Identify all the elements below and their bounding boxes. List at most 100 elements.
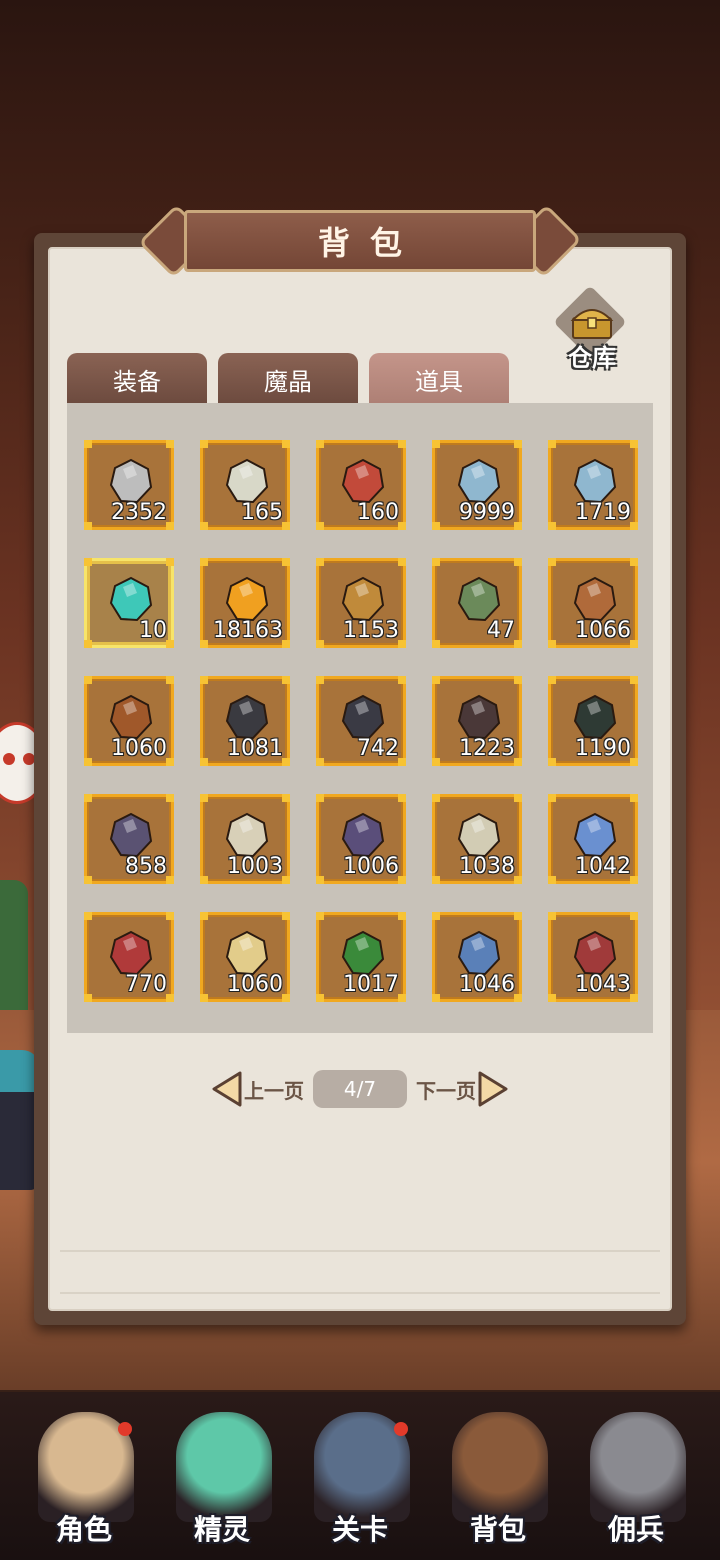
item-slot[interactable]: 165 <box>200 440 290 530</box>
tab-label: 道具 <box>415 367 463 396</box>
tab-items[interactable]: 道具 <box>369 353 509 405</box>
dark-beast-icon <box>341 694 385 740</box>
slot-corner <box>514 794 522 802</box>
slot-corner <box>316 994 324 1002</box>
nav-item[interactable]: 精灵 <box>162 1404 282 1554</box>
item-count: 1719 <box>575 500 631 525</box>
item-slot[interactable]: 1719 <box>548 440 638 530</box>
slot-corner <box>548 794 556 802</box>
prev-page-button[interactable]: 上一页 <box>210 1071 310 1107</box>
slot-corner <box>282 794 290 802</box>
notification-dot <box>394 1422 408 1436</box>
item-slot[interactable]: 1223 <box>432 676 522 766</box>
item-slot[interactable]: 1043 <box>548 912 638 1002</box>
slot-corner <box>282 440 290 448</box>
item-count: 1066 <box>575 618 631 643</box>
tribal-mask-icon <box>573 576 617 622</box>
slot-corner <box>514 876 522 884</box>
item-slot[interactable]: 1003 <box>200 794 290 884</box>
gold-ore-icon <box>225 930 269 976</box>
slot-corner <box>398 522 406 530</box>
slot-corner <box>200 876 208 884</box>
item-slot[interactable]: 1046 <box>432 912 522 1002</box>
dark-beast-icon <box>573 694 617 740</box>
slot-corner <box>200 758 208 766</box>
slot-corner <box>630 558 638 566</box>
item-slot[interactable]: 9999 <box>432 440 522 530</box>
slot-corner <box>316 558 324 566</box>
slot-corner <box>200 994 208 1002</box>
item-slot[interactable]: 47 <box>432 558 522 648</box>
item-slot[interactable]: 1190 <box>548 676 638 766</box>
treasure-chest-icon <box>570 309 614 339</box>
tab-label: 装备 <box>113 367 161 396</box>
item-count: 18163 <box>213 618 283 643</box>
slot-corner <box>514 758 522 766</box>
slot-corner <box>200 640 208 648</box>
item-count: 1081 <box>227 736 283 761</box>
slot-corner <box>166 676 174 684</box>
panel-ornament <box>60 1250 660 1294</box>
nav-item[interactable]: 佣兵 <box>576 1404 696 1554</box>
warehouse-button[interactable]: 仓库 <box>553 285 628 372</box>
item-slot[interactable]: 770 <box>84 912 174 1002</box>
arrow-left-icon <box>212 1071 242 1107</box>
item-slot[interactable]: 2352 <box>84 440 174 530</box>
page-indicator: 4/7 <box>313 1070 407 1108</box>
slot-corner <box>200 794 208 802</box>
slot-corner <box>548 676 556 684</box>
item-slot[interactable]: 160 <box>316 440 406 530</box>
slot-corner <box>316 876 324 884</box>
white-hood-icon <box>457 812 501 858</box>
item-slot[interactable]: 10 <box>84 558 174 648</box>
slot-corner <box>84 440 92 448</box>
nav-label: 关卡 <box>331 1513 388 1546</box>
slot-corner <box>316 676 324 684</box>
slot-corner <box>514 912 522 920</box>
item-slot[interactable]: 742 <box>316 676 406 766</box>
slot-corner <box>514 676 522 684</box>
slot-corner <box>200 676 208 684</box>
tab-equipment[interactable]: 装备 <box>67 353 207 405</box>
slot-corner <box>84 676 92 684</box>
item-slot[interactable]: 1153 <box>316 558 406 648</box>
slot-corner <box>282 522 290 530</box>
item-slot[interactable]: 1060 <box>84 676 174 766</box>
item-slot[interactable]: 1042 <box>548 794 638 884</box>
next-page-button[interactable]: 下一页 <box>416 1071 516 1107</box>
slot-corner <box>398 912 406 920</box>
nav-label: 佣兵 <box>607 1513 664 1546</box>
item-slot[interactable]: 1066 <box>548 558 638 648</box>
slot-corner <box>316 794 324 802</box>
item-slot[interactable]: 1081 <box>200 676 290 766</box>
item-slot[interactable]: 1038 <box>432 794 522 884</box>
warehouse-label: 仓库 <box>568 344 616 372</box>
tribal-mask-icon <box>457 576 501 622</box>
tab-label: 魔晶 <box>264 367 312 396</box>
spirit-slime-icon <box>176 1412 272 1522</box>
next-page-label: 下一页 <box>416 1078 476 1103</box>
title-banner: 背包 <box>184 210 536 272</box>
nav-item[interactable]: 背包 <box>438 1404 558 1554</box>
slot-corner <box>84 794 92 802</box>
nav-item[interactable]: 角色 <box>24 1404 144 1554</box>
item-slot[interactable]: 18163 <box>200 558 290 648</box>
item-slot[interactable]: 858 <box>84 794 174 884</box>
mystery-chest-icon <box>573 458 617 504</box>
item-slot[interactable]: 1017 <box>316 912 406 1002</box>
slot-corner <box>166 558 174 566</box>
slot-corner <box>282 558 290 566</box>
item-count: 1003 <box>227 854 283 879</box>
slot-corner <box>282 994 290 1002</box>
item-slot[interactable]: 1006 <box>316 794 406 884</box>
item-slot[interactable]: 1060 <box>200 912 290 1002</box>
mystery-chest-icon <box>457 458 501 504</box>
dark-beast-icon <box>457 694 501 740</box>
slot-corner <box>432 794 440 802</box>
slot-corner <box>200 558 208 566</box>
slot-corner <box>398 794 406 802</box>
notification-dot <box>118 1422 132 1436</box>
tab-magic-crystal[interactable]: 魔晶 <box>218 353 358 405</box>
nav-item[interactable]: 关卡 <box>300 1404 420 1554</box>
arrow-right-icon <box>478 1071 508 1107</box>
